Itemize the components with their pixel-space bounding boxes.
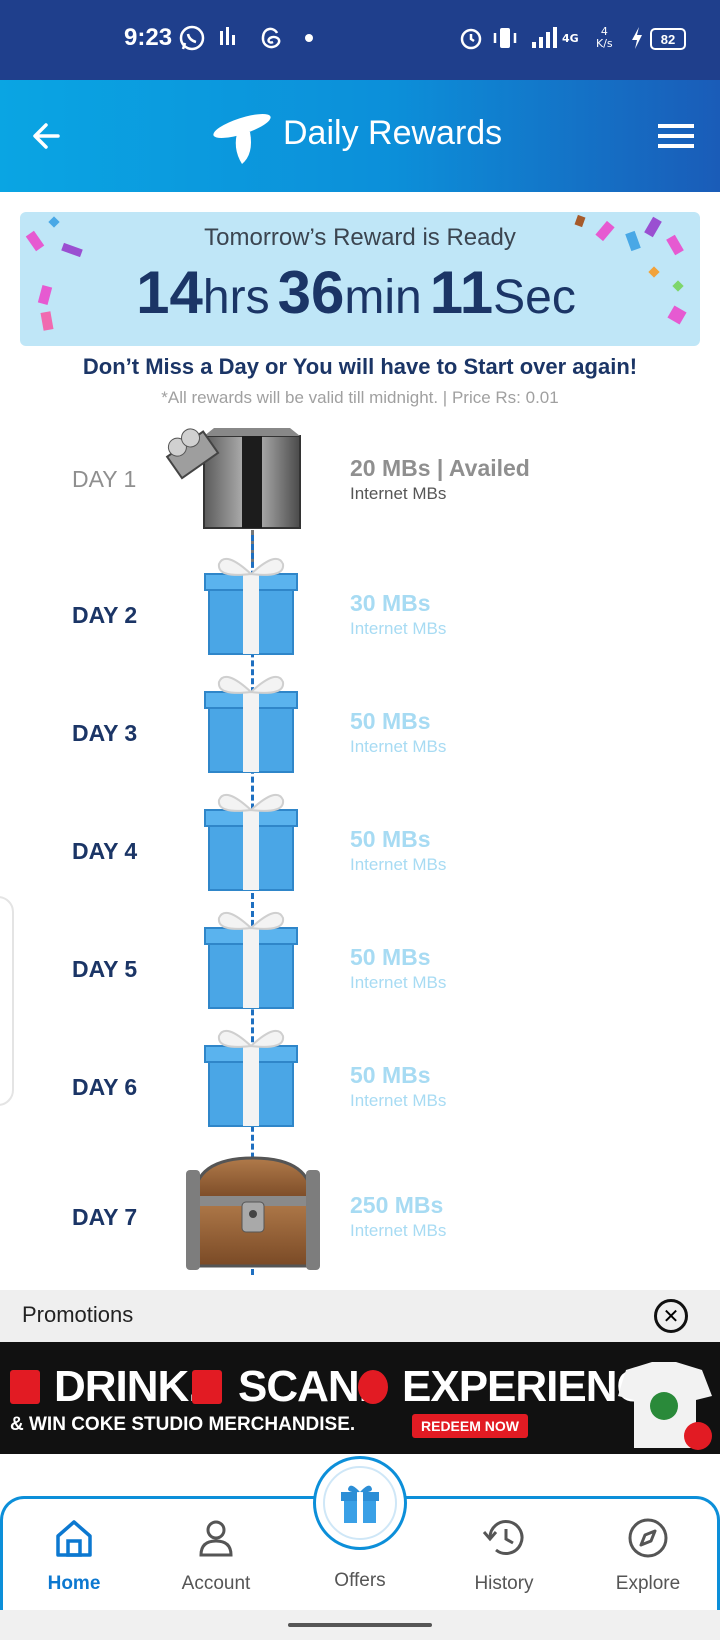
reward-type: Internet MBs [350,484,447,503]
gift-box-icon[interactable] [203,666,299,776]
ad-word-scan: SCAN. [238,1362,371,1411]
network-speed: 4 K/s [596,24,613,52]
day-label: DAY 4 [72,838,138,864]
day-label: DAY 5 [72,956,138,982]
dot-indicator-icon [304,24,314,52]
nav-explore[interactable]: Explore [593,1517,703,1595]
promotions-label: Promotions [22,1302,134,1327]
coke-bottle-icon [10,1370,40,1404]
reward-type: Internet MBs [350,1091,447,1110]
charging-icon [630,24,644,52]
reward-type: Internet MBs [350,973,447,992]
countdown-minutes-unit: min [344,271,422,324]
merchandise-image-icon [612,1356,716,1450]
treasure-chest-icon[interactable] [180,1150,326,1274]
page-title: Daily Rewards [283,114,503,152]
home-gesture-bar[interactable] [288,1623,432,1627]
reward-amount: 20 MBs | Availed [350,455,530,481]
home-icon [19,1517,129,1563]
reward-type: Internet MBs [350,855,447,874]
side-drawer-handle[interactable] [0,896,14,1106]
back-arrow-icon[interactable] [28,116,68,156]
ad-word-drink: DRINK. [54,1362,201,1411]
reward-amount: 50 MBs [350,826,431,852]
reward-type: Internet MBs [350,619,447,638]
vibrate-icon [490,24,520,52]
reward-type: Internet MBs [350,737,447,756]
person-icon [161,1517,271,1563]
streak-warning: Don’t Miss a Day or You will have to Sta… [82,354,638,379]
reward-amount: 250 MBs [350,1192,444,1218]
signal-app-icon [218,24,240,52]
nav-label: Offers [334,1570,386,1591]
promo-banner-ad[interactable]: DRINK. SCAN. EXPERIENCE. & WIN COKE STUD… [0,1342,720,1454]
reward-amount: 30 MBs [350,590,431,616]
speed-unit: K/s [596,37,613,50]
gift-box-icon[interactable] [203,902,299,1012]
reward-amount: 50 MBs [350,708,431,734]
app-bar: Daily Rewards [0,80,720,192]
nav-account[interactable]: Account [161,1517,271,1595]
qr-code-icon [192,1370,222,1404]
reward-ready-text: Tomorrow’s Reward is Ready [204,224,516,251]
day-label: DAY 6 [72,1074,138,1100]
day-label: DAY 3 [72,720,138,746]
gift-box-icon[interactable] [203,784,299,894]
countdown-hours-unit: hrs [202,271,270,324]
nav-label: History [474,1573,534,1594]
reward-countdown-banner: Tomorrow’s Reward is Ready 14hrs 36min 11S… [20,212,700,346]
validity-note: *All rewards will be valid till midnight… [161,388,559,407]
countdown-seconds: 11 [429,259,494,326]
countdown-hours: 14 [136,259,203,326]
reward-amount: 50 MBs [350,1062,431,1088]
countdown-timer: 14hrs 36min 11Sec [20,258,700,327]
nav-label: Account [181,1573,251,1594]
gift-box-icon[interactable] [203,548,299,658]
compass-icon [593,1517,703,1563]
telenor-logo-icon [208,104,276,168]
threads-icon [258,24,284,52]
day-label: DAY 2 [72,602,138,628]
gift-box-icon[interactable] [203,1020,299,1130]
coke-studio-logo-icon [358,1370,388,1404]
nav-offers[interactable] [313,1456,407,1550]
network-type: 4G [562,31,579,45]
promotions-header: Promotions ✕ [0,1290,720,1342]
nav-home[interactable]: Home [19,1517,129,1595]
countdown-minutes: 36 [277,259,345,326]
close-circle-icon[interactable]: ✕ [654,1299,688,1333]
hamburger-menu-icon[interactable] [656,118,696,154]
alarm-icon [458,24,484,52]
nav-label: Explore [615,1573,681,1594]
countdown-seconds-unit: Sec [493,271,576,324]
status-bar: 9:23 4G 4 K/s 82 [0,0,720,80]
nav-label: Home [47,1573,101,1594]
redeem-now-button[interactable]: REDEEM NOW [412,1414,528,1438]
day-label: DAY 1 [72,466,137,492]
history-icon [449,1517,559,1563]
open-gift-box-icon[interactable] [162,424,310,534]
whatsapp-icon [178,24,206,52]
status-time: 9:23 [124,24,173,51]
reward-type: Internet MBs [350,1221,447,1240]
ad-tagline: & WIN COKE STUDIO MERCHANDISE. [10,1414,356,1435]
battery-level: 82 [650,28,686,50]
system-home-indicator [0,1610,720,1640]
day-label: DAY 7 [72,1204,138,1230]
reward-amount: 50 MBs [350,944,431,970]
gift-icon [323,1466,397,1540]
nav-history[interactable]: History [449,1517,559,1595]
signal-bars-icon [530,24,560,52]
